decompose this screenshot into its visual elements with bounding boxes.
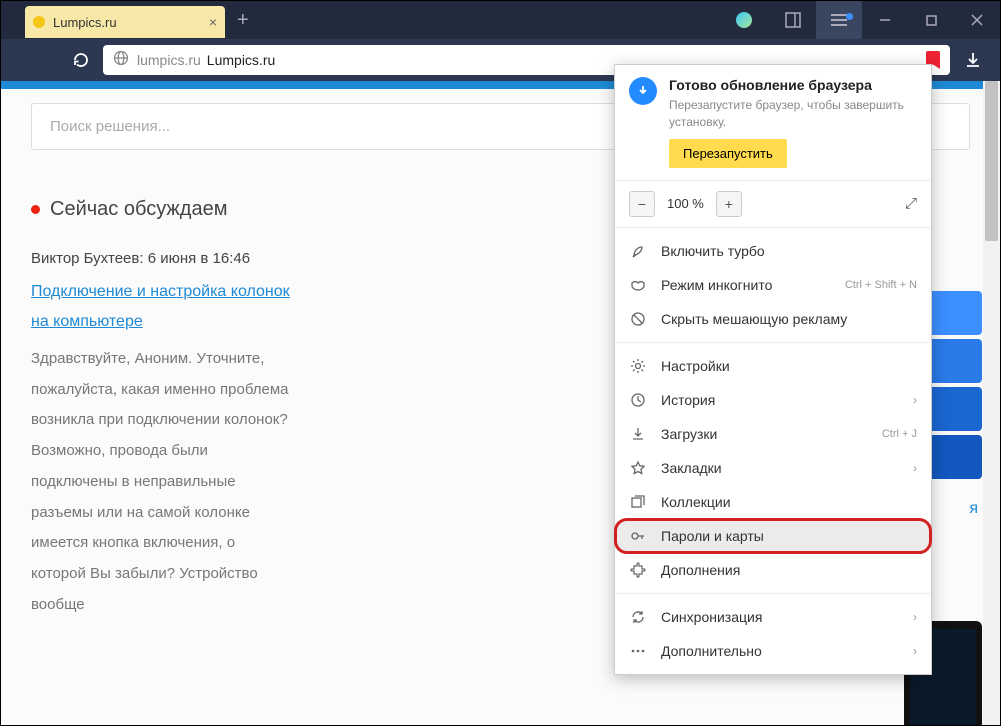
scrollbar[interactable] [983,81,1000,725]
menu-history[interactable]: История › [615,383,931,417]
chevron-right-icon: › [913,610,917,624]
block-icon [629,310,647,328]
discussion-sidebar: Сейчас обсуждаем Виктор Бухтеев: 6 июня … [31,198,291,621]
section-title: Сейчас обсуждаем [31,198,291,221]
menu-sync[interactable]: Синхронизация › [615,600,931,634]
mask-icon [629,276,647,294]
new-tab-button[interactable]: + [237,9,249,32]
menu-more[interactable]: Дополнительно › [615,634,931,668]
menu-label: Включить турбо [661,243,765,259]
star-icon [629,459,647,477]
promo-text: я [969,500,978,518]
puzzle-icon [629,561,647,579]
download-icon [629,425,647,443]
menu-bookmarks[interactable]: Закладки › [615,451,931,485]
chevron-right-icon: › [913,644,917,658]
more-icon [629,642,647,660]
close-window-button[interactable] [954,1,1000,39]
menu-label: Закладки [661,460,722,476]
download-circle-icon [629,77,657,105]
comment-body: Здравствуйте, Аноним. Уточните, пожалуйс… [31,344,291,621]
key-icon [629,527,647,545]
chevron-right-icon: › [913,393,917,407]
comment-link[interactable]: Подключение и настройка колонок на компь… [31,277,291,338]
live-dot-icon [31,205,40,214]
zoom-value: 100 % [663,196,708,211]
menu-button[interactable] [816,1,862,39]
url-page: Lumpics.ru [207,52,275,68]
url-domain: lumpics.ru [137,52,201,68]
rocket-icon [629,242,647,260]
zoom-out-button[interactable]: − [629,191,655,217]
minimize-button[interactable] [862,1,908,39]
maximize-button[interactable] [908,1,954,39]
collections-icon [629,493,647,511]
profile-icon[interactable] [736,12,752,28]
section-title-text: Сейчас обсуждаем [50,198,227,221]
tab-title: Lumpics.ru [53,15,201,30]
update-subtitle: Перезапустите браузер, чтобы завершить у… [669,97,917,131]
zoom-controls: − 100 % + ⤢ [615,181,931,228]
shortcut-label: Ctrl + Shift + N [845,279,917,291]
globe-icon [113,50,129,71]
menu-label: Дополнительно [661,643,762,659]
menu-settings[interactable]: Настройки [615,349,931,383]
restart-button[interactable]: Перезапустить [669,139,787,168]
menu-label: История [661,392,715,408]
menu-label: Коллекции [661,494,731,510]
menu-label: Настройки [661,358,730,374]
menu-downloads[interactable]: Загрузки Ctrl + J [615,417,931,451]
menu-label: Режим инкогнито [661,277,772,293]
menu-incognito[interactable]: Режим инкогнито Ctrl + Shift + N [615,268,931,302]
menu-collections[interactable]: Коллекции [615,485,931,519]
close-tab-icon[interactable]: × [209,14,217,30]
fullscreen-icon[interactable]: ⤢ [905,195,917,212]
gear-icon [629,357,647,375]
shortcut-label: Ctrl + J [882,428,917,440]
menu-passwords[interactable]: Пароли и карты [615,519,931,553]
sync-icon [629,608,647,626]
update-banner: Готово обновление браузера Перезапустите… [615,65,931,181]
panel-icon[interactable] [770,1,816,39]
hamburger-icon [831,19,847,21]
window-controls [736,1,1000,39]
favicon-icon [33,16,45,28]
menu-turbo[interactable]: Включить турбо [615,234,931,268]
menu-label: Пароли и карты [661,528,764,544]
menu-hide-ads[interactable]: Скрыть мешающую рекламу [615,302,931,336]
history-icon [629,391,647,409]
menu-label: Синхронизация [661,609,762,625]
browser-tab[interactable]: Lumpics.ru × [25,6,225,38]
reload-button[interactable] [65,44,97,76]
menu-label: Дополнения [661,562,740,578]
menu-addons[interactable]: Дополнения [615,553,931,587]
download-button[interactable] [956,43,990,77]
scrollbar-thumb[interactable] [985,81,998,241]
chevron-right-icon: › [913,461,917,475]
update-title: Готово обновление браузера [669,77,917,93]
menu-label: Скрыть мешающую рекламу [661,311,847,327]
comment-meta: Виктор Бухтеев: 6 июня в 16:46 [31,247,291,271]
zoom-in-button[interactable]: + [716,191,742,217]
notification-badge [846,13,853,20]
title-bar: Lumpics.ru × + [1,1,1000,39]
browser-menu: Готово обновление браузера Перезапустите… [614,64,932,675]
menu-label: Загрузки [661,426,717,442]
